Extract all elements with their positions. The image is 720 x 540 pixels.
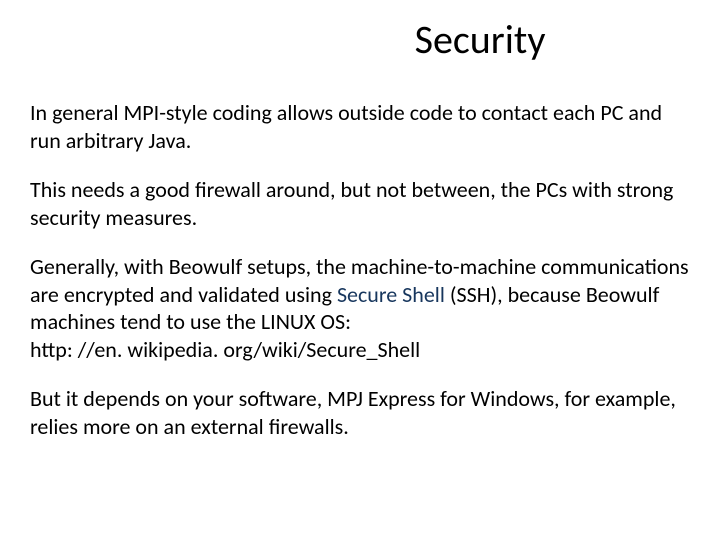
slide-body: In general MPI-style coding allows outsi… <box>30 99 690 440</box>
slide: Security In general MPI-style coding all… <box>0 0 720 540</box>
paragraph-3-url: http: //en. wikipedia. org/wiki/Secure_S… <box>30 336 420 363</box>
paragraph-3: Generally, with Beowulf setups, the mach… <box>30 253 690 363</box>
paragraph-1: In general MPI-style coding allows outsi… <box>30 99 690 154</box>
secure-shell-link[interactable]: Secure Shell <box>337 281 445 308</box>
paragraph-2: This needs a good firewall around, but n… <box>30 176 690 231</box>
slide-title: Security <box>270 15 690 64</box>
paragraph-4: But it depends on your software, MPJ Exp… <box>30 385 690 440</box>
